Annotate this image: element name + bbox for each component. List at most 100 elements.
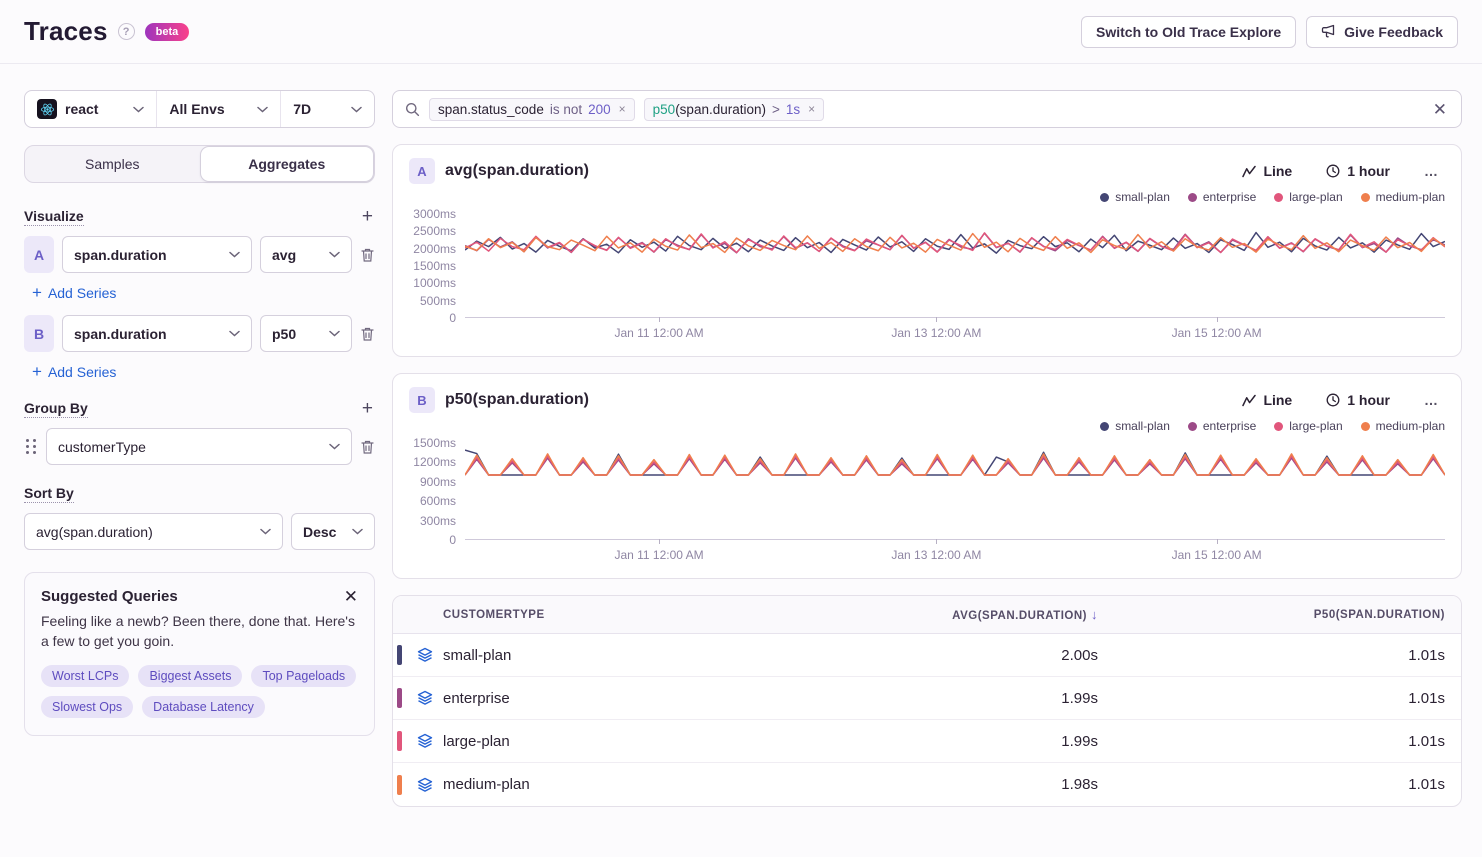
layers-icon[interactable]: [407, 733, 443, 749]
interval-button[interactable]: 1 hour: [1320, 162, 1396, 180]
remove-token-icon[interactable]: ×: [617, 102, 626, 116]
line-chart-p50[interactable]: Jan 11 12:00 AMJan 13 12:00 AMJan 15 12:…: [465, 443, 1445, 540]
legend-item[interactable]: large-plan: [1274, 190, 1342, 204]
sort-by-row: avg(span.duration) Desc: [24, 513, 375, 550]
delete-group-by-button[interactable]: [360, 439, 375, 455]
project-select[interactable]: react: [25, 91, 156, 127]
tab-aggregates[interactable]: Aggregates: [200, 146, 375, 182]
trash-icon: [360, 247, 375, 263]
layers-icon[interactable]: [407, 690, 443, 706]
row-avg-value: 1.99s: [784, 690, 1114, 707]
remove-token-icon[interactable]: ×: [806, 102, 815, 116]
row-p50-value: 1.01s: [1114, 733, 1461, 750]
table-row[interactable]: small-plan 2.00s 1.01s: [393, 634, 1461, 677]
legend-dot: [1100, 422, 1109, 431]
tab-samples[interactable]: Samples: [25, 146, 200, 182]
trash-icon: [360, 326, 375, 342]
filter-token-status-code[interactable]: span.status_code is not 200 ×: [429, 98, 635, 121]
series-a-field-select[interactable]: span.duration: [62, 236, 252, 273]
y-axis-tick-label: 1500ms: [413, 436, 456, 450]
series-b-field-select[interactable]: span.duration: [62, 315, 252, 352]
table-row[interactable]: medium-plan 1.98s 1.01s: [393, 763, 1461, 806]
series-a-aggregate-select[interactable]: avg: [260, 236, 352, 273]
legend-dot: [1188, 422, 1197, 431]
search-bar[interactable]: span.status_code is not 200 × p50(span.d…: [392, 90, 1462, 128]
series-badge-a: A: [24, 236, 54, 273]
suggested-query-chip[interactable]: Slowest Ops: [41, 696, 133, 718]
switch-old-explore-button[interactable]: Switch to Old Trace Explore: [1081, 16, 1296, 48]
x-axis-tick: [936, 539, 937, 544]
table-row[interactable]: large-plan 1.99s 1.01s: [393, 720, 1461, 763]
legend-item[interactable]: enterprise: [1188, 419, 1256, 433]
series-color-bar: [397, 688, 402, 708]
suggested-query-chip[interactable]: Top Pageloads: [251, 665, 356, 687]
y-axis-tick-label: 2000ms: [413, 242, 456, 256]
y-axis-tick-label: 1500ms: [413, 259, 456, 273]
series-badge-b: B: [24, 315, 54, 352]
add-visualize-button[interactable]: +: [360, 207, 375, 226]
sort-by-heading: Sort By: [24, 485, 74, 503]
line-chart-avg[interactable]: Jan 11 12:00 AMJan 13 12:00 AMJan 15 12:…: [465, 214, 1445, 318]
environment-select[interactable]: All Envs: [156, 91, 280, 127]
table-row[interactable]: enterprise 1.99s 1.01s: [393, 677, 1461, 720]
legend-dot: [1361, 422, 1370, 431]
chart-type-button[interactable]: Line: [1236, 162, 1298, 180]
chevron-down-icon: [229, 251, 240, 258]
row-label: enterprise: [443, 690, 784, 707]
delete-series-b-button[interactable]: [360, 326, 375, 342]
search-input[interactable]: [833, 91, 1422, 127]
chart-type-button[interactable]: Line: [1236, 391, 1298, 409]
add-series-button[interactable]: + Add Series: [26, 362, 122, 381]
row-p50-value: 1.01s: [1114, 690, 1461, 707]
legend-item[interactable]: enterprise: [1188, 190, 1256, 204]
clear-search-icon[interactable]: ✕: [1431, 101, 1449, 118]
chart-legend: small-plan enterprise large-plan medium-pla…: [409, 419, 1445, 433]
visualize-series-row-b: B span.duration p50: [24, 315, 375, 352]
column-header-avg[interactable]: AVG(SPAN.DURATION)↓: [784, 607, 1114, 622]
sort-field-select[interactable]: avg(span.duration): [24, 513, 283, 550]
close-icon[interactable]: ✕: [344, 588, 358, 605]
drag-handle-icon[interactable]: [24, 435, 38, 458]
x-axis-tick-label: Jan 13 12:00 AM: [891, 326, 981, 340]
x-axis-tick-label: Jan 11 12:00 AM: [614, 326, 703, 340]
y-axis-tick-label: 2500ms: [413, 224, 456, 238]
row-label: large-plan: [443, 733, 784, 750]
chart-menu-icon[interactable]: …: [1418, 162, 1445, 180]
add-series-button[interactable]: + Add Series: [26, 283, 122, 302]
legend-label: large-plan: [1289, 190, 1342, 204]
chart-menu-icon[interactable]: …: [1418, 391, 1445, 409]
legend-label: enterprise: [1203, 190, 1256, 204]
suggested-query-chip[interactable]: Database Latency: [142, 696, 265, 718]
row-avg-value: 1.98s: [784, 776, 1114, 793]
layers-icon[interactable]: [407, 777, 443, 793]
add-group-by-button[interactable]: +: [360, 399, 375, 418]
legend-item[interactable]: medium-plan: [1361, 190, 1445, 204]
date-range-select[interactable]: 7D: [280, 91, 374, 127]
page-filter-bar: react All Envs 7D: [24, 90, 375, 128]
suggested-query-chip[interactable]: Worst LCPs: [41, 665, 129, 687]
suggested-query-chip[interactable]: Biggest Assets: [138, 665, 242, 687]
results-table: CUSTOMERTYPE AVG(SPAN.DURATION)↓ P50(SPA…: [392, 595, 1462, 807]
group-by-select[interactable]: customerType: [46, 428, 352, 465]
suggested-queries-title: Suggested Queries: [41, 588, 178, 605]
column-header-customertype[interactable]: CUSTOMERTYPE: [443, 609, 784, 621]
give-feedback-button[interactable]: Give Feedback: [1306, 16, 1458, 48]
chevron-down-icon: [229, 330, 240, 337]
chevron-down-icon: [329, 330, 340, 337]
series-b-aggregate-select[interactable]: p50: [260, 315, 352, 352]
column-header-p50[interactable]: P50(SPAN.DURATION): [1114, 609, 1461, 621]
legend-item[interactable]: large-plan: [1274, 419, 1342, 433]
legend-item[interactable]: small-plan: [1100, 190, 1170, 204]
plus-icon: +: [32, 363, 42, 380]
legend-item[interactable]: small-plan: [1100, 419, 1170, 433]
filter-token-p50-duration[interactable]: p50(span.duration) > 1s ×: [644, 98, 825, 121]
layers-icon[interactable]: [407, 647, 443, 663]
chart-badge-a: A: [409, 158, 435, 184]
interval-button[interactable]: 1 hour: [1320, 391, 1396, 409]
delete-series-a-button[interactable]: [360, 247, 375, 263]
sort-direction-select[interactable]: Desc: [291, 513, 375, 550]
chart-card-p50: B p50(span.duration) Line 1 hour: [392, 373, 1462, 579]
help-icon[interactable]: ?: [118, 23, 135, 40]
legend-label: small-plan: [1115, 190, 1170, 204]
legend-item[interactable]: medium-plan: [1361, 419, 1445, 433]
